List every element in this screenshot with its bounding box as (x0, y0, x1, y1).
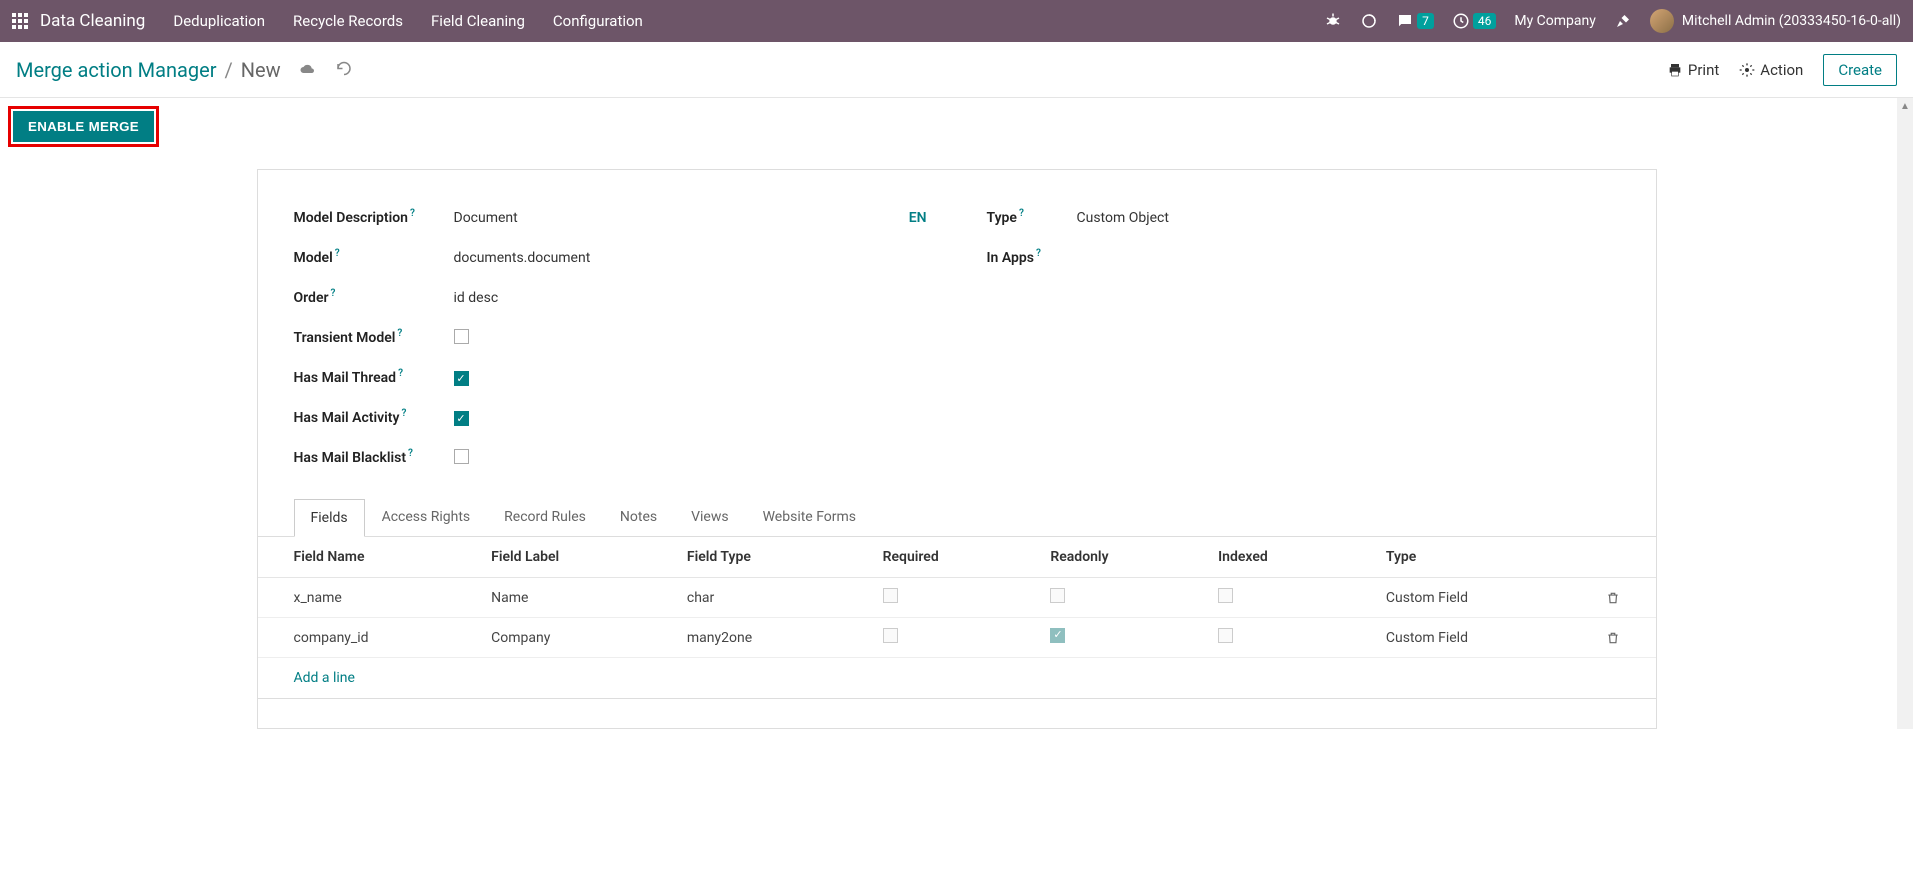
th-field-label[interactable]: Field Label (481, 537, 677, 578)
tab-website-forms[interactable]: Website Forms (746, 498, 873, 536)
label-mail-thread: Has Mail Thread? (294, 370, 454, 386)
bug-icon[interactable] (1324, 12, 1342, 30)
cell-field-type: char (677, 578, 873, 618)
menu-recycle[interactable]: Recycle Records (293, 12, 403, 30)
help-icon[interactable]: ? (401, 408, 406, 419)
label-in-apps: In Apps? (987, 250, 1077, 266)
cloud-icon[interactable] (299, 61, 317, 79)
menu-configuration[interactable]: Configuration (553, 12, 643, 30)
cell-field-name: company_id (258, 618, 482, 658)
checkbox-readonly[interactable] (1050, 628, 1065, 643)
help-icon[interactable]: ? (1036, 248, 1041, 259)
breadcrumb: Merge action Manager / New (16, 58, 353, 82)
cell-field-label: Name (481, 578, 677, 618)
th-type[interactable]: Type (1376, 537, 1596, 578)
app-name[interactable]: Data Cleaning (40, 11, 145, 31)
messages-badge: 7 (1417, 13, 1434, 29)
th-required[interactable]: Required (873, 537, 1041, 578)
breadcrumb-separator: / (225, 58, 233, 82)
fields-table: Field Name Field Label Field Type Requir… (258, 536, 1656, 728)
notebook-tabs: Fields Access Rights Record Rules Notes … (294, 498, 1620, 536)
scrollbar[interactable]: ▲ (1897, 98, 1913, 729)
checkbox-indexed[interactable] (1218, 588, 1233, 603)
checkbox-mail-activity[interactable] (454, 411, 469, 426)
lang-badge[interactable]: EN (909, 210, 927, 226)
help-icon[interactable]: ? (331, 288, 336, 299)
cell-ftype: Custom Field (1376, 618, 1596, 658)
tab-notes[interactable]: Notes (603, 498, 674, 536)
print-label: Print (1688, 61, 1719, 79)
checkbox-readonly[interactable] (1050, 588, 1065, 603)
tab-record-rules[interactable]: Record Rules (487, 498, 603, 536)
enable-merge-highlight: ENABLE MERGE (8, 106, 159, 147)
label-mail-activity: Has Mail Activity? (294, 410, 454, 426)
checkbox-indexed[interactable] (1218, 628, 1233, 643)
th-field-name[interactable]: Field Name (258, 537, 482, 578)
add-line-link[interactable]: Add a line (294, 670, 355, 686)
label-order: Order? (294, 290, 454, 306)
help-icon[interactable]: ? (408, 448, 413, 459)
value-model[interactable]: documents.document (454, 250, 927, 266)
form-sheet: Model Description? Document EN Model? do… (257, 169, 1657, 729)
enable-merge-button[interactable]: ENABLE MERGE (13, 111, 154, 142)
action-button[interactable]: Action (1739, 61, 1803, 79)
status-bar: ENABLE MERGE (0, 98, 1913, 155)
label-transient: Transient Model? (294, 330, 454, 346)
checkbox-mail-thread[interactable] (454, 371, 469, 386)
checkbox-required[interactable] (883, 588, 898, 603)
tab-access-rights[interactable]: Access Rights (365, 498, 488, 536)
top-nav: Data Cleaning Deduplication Recycle Reco… (0, 0, 1913, 42)
discard-icon[interactable] (335, 61, 353, 79)
form-col-left: Model Description? Document EN Model? do… (294, 198, 927, 478)
cell-ftype: Custom Field (1376, 578, 1596, 618)
value-type: Custom Object (1077, 210, 1620, 226)
checkbox-required[interactable] (883, 628, 898, 643)
table-footer (258, 698, 1656, 728)
value-model-description[interactable]: Document EN (454, 210, 927, 226)
label-type: Type? (987, 210, 1077, 226)
activities-badge: 46 (1473, 13, 1497, 29)
th-indexed[interactable]: Indexed (1208, 537, 1376, 578)
help-icon[interactable]: ? (335, 248, 340, 259)
breadcrumb-current: New (241, 58, 281, 82)
menu-field-cleaning[interactable]: Field Cleaning (431, 12, 525, 30)
cell-field-label: Company (481, 618, 677, 658)
avatar[interactable] (1650, 9, 1674, 33)
cell-field-name: x_name (258, 578, 482, 618)
cell-field-type: many2one (677, 618, 873, 658)
label-model-description: Model Description? (294, 210, 454, 226)
label-model: Model? (294, 250, 454, 266)
help-icon[interactable]: ? (397, 328, 402, 339)
label-mail-blacklist: Has Mail Blacklist? (294, 450, 454, 466)
action-label: Action (1760, 61, 1803, 79)
help-icon[interactable]: ? (1019, 208, 1024, 219)
create-button[interactable]: Create (1823, 54, 1897, 86)
value-order[interactable]: id desc (454, 290, 927, 306)
form-col-right: Type? Custom Object In Apps? (987, 198, 1620, 478)
tools-icon[interactable] (1614, 12, 1632, 30)
user-menu[interactable]: Mitchell Admin (20333450-16-0-all) (1682, 13, 1901, 29)
delete-row-icon[interactable] (1596, 578, 1656, 618)
control-panel: Merge action Manager / New Print Action … (0, 42, 1913, 98)
checkbox-mail-blacklist[interactable] (454, 449, 469, 464)
checkbox-transient[interactable] (454, 329, 469, 344)
help-icon[interactable]: ? (398, 368, 403, 379)
apps-icon[interactable] (12, 13, 28, 29)
tab-views[interactable]: Views (674, 498, 746, 536)
support-icon[interactable] (1360, 12, 1378, 30)
table-row[interactable]: x_name Name char Custom Field (258, 578, 1656, 618)
help-icon[interactable]: ? (410, 208, 415, 219)
th-field-type[interactable]: Field Type (677, 537, 873, 578)
messages-icon[interactable]: 7 (1396, 12, 1434, 30)
menu-deduplication[interactable]: Deduplication (173, 12, 265, 30)
breadcrumb-back[interactable]: Merge action Manager (16, 58, 217, 82)
print-button[interactable]: Print (1667, 61, 1719, 79)
tab-fields[interactable]: Fields (294, 499, 365, 537)
table-row[interactable]: company_id Company many2one Custom Field (258, 618, 1656, 658)
scroll-up-icon[interactable]: ▲ (1897, 98, 1913, 114)
activities-icon[interactable]: 46 (1452, 12, 1497, 30)
th-readonly[interactable]: Readonly (1040, 537, 1208, 578)
company-switcher[interactable]: My Company (1514, 13, 1596, 29)
delete-row-icon[interactable] (1596, 618, 1656, 658)
